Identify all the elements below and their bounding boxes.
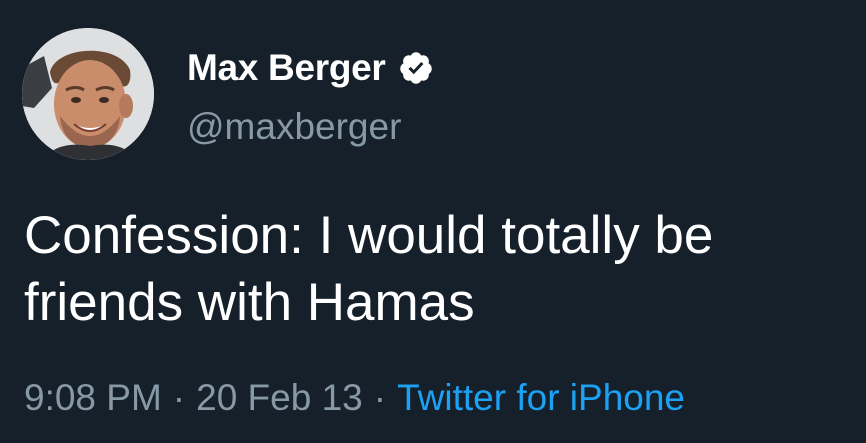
tweet-meta: 9:08 PM · 20 Feb 13 · Twitter for iPhone [24, 372, 685, 424]
meta-separator: · [373, 377, 387, 418]
meta-separator: · [172, 377, 186, 418]
display-name[interactable]: Max Berger [187, 47, 386, 89]
username-handle[interactable]: @maxberger [187, 106, 401, 148]
tweet-date[interactable]: 20 Feb 13 [196, 377, 363, 419]
verified-badge-icon [398, 50, 434, 86]
tweet-source-link[interactable]: Twitter for iPhone [397, 377, 685, 419]
tweet-time[interactable]: 9:08 PM [24, 377, 162, 419]
tweet-card: Max Berger @maxberger Confession: I woul… [0, 0, 866, 443]
tweet-text: Confession: I would totally be friends w… [24, 206, 714, 332]
author-name-row: Max Berger [187, 44, 434, 92]
avatar[interactable] [22, 28, 154, 160]
profile-photo [22, 28, 154, 160]
